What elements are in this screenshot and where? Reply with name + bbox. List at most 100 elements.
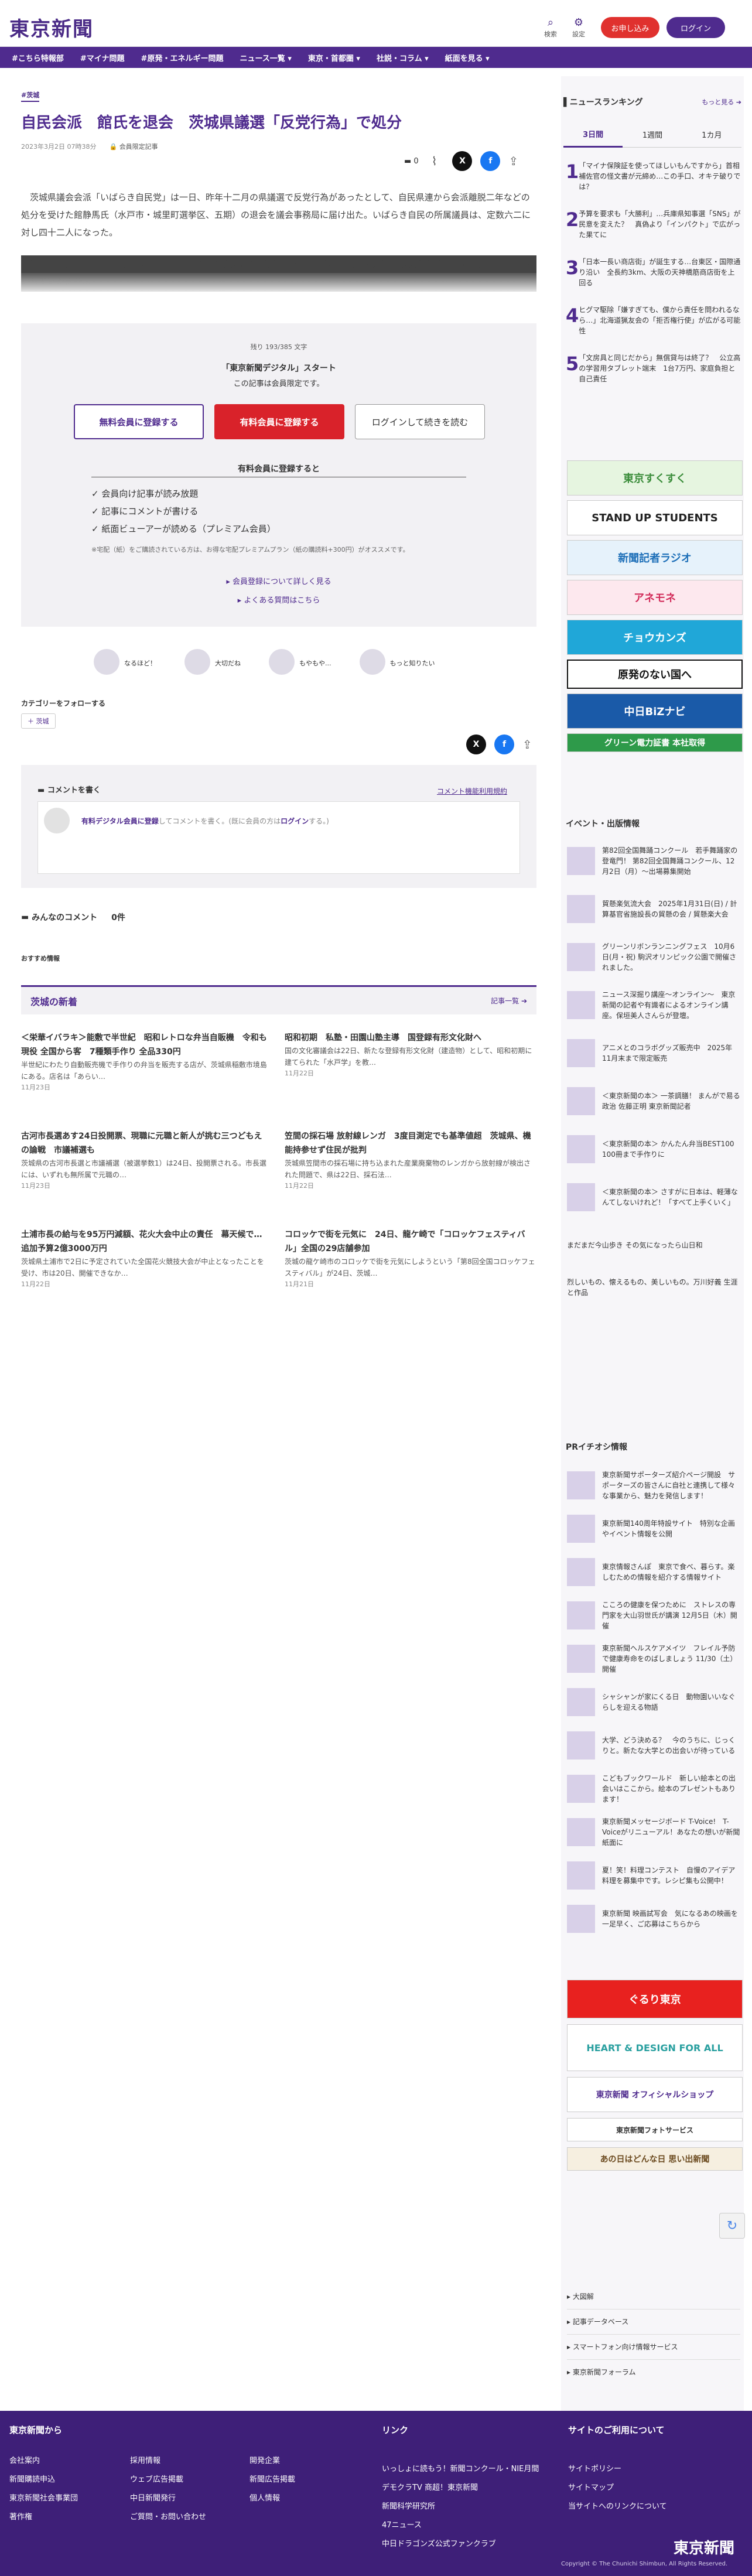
- pr-item[interactable]: こころの健康を保つために ストレスの専門家を大山羽世氏が講演 12月5日（木）開…: [567, 1598, 740, 1633]
- sidebar-link[interactable]: ▸ 記事データベース: [567, 2309, 740, 2335]
- sidebar-link[interactable]: ▸ 大図解: [567, 2284, 740, 2309]
- nav-item-myna[interactable]: #マイナ問題: [80, 52, 125, 63]
- ibaraki-item[interactable]: ＜栄華イバラキ＞能敷で半世紀 昭和レトロな弁当自販機 令和も現役 全国から客 7…: [21, 1031, 267, 1092]
- nav-item-tokuhou[interactable]: #こちら特報部: [12, 52, 64, 63]
- reaction-shiritai[interactable]: もっと知りたい: [359, 649, 435, 677]
- x-share-icon[interactable]: X: [466, 734, 486, 754]
- member-info-link[interactable]: ▸ 会員登録について詳しく見る: [21, 575, 536, 586]
- footer-link[interactable]: 会社案内: [9, 2452, 40, 2471]
- footer-link[interactable]: 採用情報: [130, 2452, 160, 2471]
- footer-link[interactable]: ご質問・お問い合わせ: [130, 2508, 206, 2527]
- facebook-share-icon[interactable]: f: [494, 734, 514, 754]
- pr-item[interactable]: こどもブックワールド 新しい絵本との出会いはここから。絵本のプレゼントもあります…: [567, 1771, 740, 1806]
- event-item[interactable]: ニュース深掘り講座〜オンライン〜 東京新聞の記者や有識者によるオンライン講座。保…: [567, 988, 740, 1023]
- footer-logo[interactable]: 東京新聞: [674, 2536, 734, 2558]
- reaction-taisetsu[interactable]: 大切だね: [184, 649, 241, 677]
- banner-sukusuku[interactable]: 東京すくすく: [567, 460, 743, 496]
- site-logo[interactable]: 東京新聞: [9, 13, 94, 42]
- pr-item[interactable]: 東京新聞サポーターズ紹介ページ開設 サポーターズの皆さんに自社と連携して様々な事…: [567, 1468, 740, 1503]
- share-icon[interactable]: ⇪: [522, 737, 532, 751]
- banner-radio[interactable]: 新聞記者ラジオ: [567, 540, 743, 575]
- event-item[interactable]: アニメとのコラボグッズ販売中 2025年11月末まで限定販売: [567, 1036, 740, 1071]
- pr-item[interactable]: 東京新聞 映画試写会 気になるあの映画を一足早く、ご応募はこちらから: [567, 1901, 740, 1936]
- ibaraki-item[interactable]: 古河市長選あす24日投開票、現職に元職と新人が挑む三つどもえの論戦 市議補選も茨…: [21, 1129, 267, 1190]
- comment-input-area[interactable]: 有料デジタル会員に登録してコメントを書く。(既に会員の方はログインする。): [37, 801, 520, 874]
- banner-bizbavi[interactable]: 中日BiZナビ: [567, 693, 743, 729]
- event-item[interactable]: ＜東京新聞の本＞ さすがに日本は、軽薄なんてしないけれど！「すべて上手くいく」: [567, 1180, 740, 1215]
- pr-item[interactable]: 東京情報さんぽ 東京で食べ、暮らす。楽しむための情報を紹介する情報サイト: [567, 1555, 740, 1590]
- footer-link[interactable]: サイトポリシー: [568, 2460, 621, 2479]
- faq-link[interactable]: ▸ よくある質問はこちら: [21, 594, 536, 605]
- tab-1month[interactable]: 1カ月: [682, 124, 741, 148]
- footer-link[interactable]: 東京新聞社会事業団: [9, 2489, 78, 2508]
- pr-item[interactable]: 東京新聞ヘルスケアメイツ フレイル予防で健康寿命をのばしましょう 11/30（土…: [567, 1641, 740, 1676]
- banner-anemone[interactable]: アネモネ: [567, 580, 743, 615]
- banner-green-power[interactable]: グリーン電力証書 本社取得: [567, 733, 743, 752]
- banner-heart-design[interactable]: HEART & DESIGN FOR ALL: [567, 2024, 743, 2071]
- comment-count[interactable]: ▬ 0: [404, 157, 419, 166]
- event-item[interactable]: 烈しいもの、懐えるもの、美しいもの。万川好義 生涯と作品: [567, 1270, 740, 1305]
- ranking-item[interactable]: 4 ヒグマ駆除「嫌すぎても、僕から責任を問われるなら…」北海道猟友会の「拒否権行使…: [566, 305, 741, 353]
- search-button[interactable]: ⌕ 検索: [539, 16, 562, 39]
- ranking-more-link[interactable]: もっと見る ➔: [702, 97, 741, 107]
- banner-gururi[interactable]: ぐるり東京: [567, 1980, 743, 2018]
- banner-omoide[interactable]: あの日はどんな日 思い出新聞: [567, 2147, 743, 2171]
- reaction-naruhodo[interactable]: なるほど！: [94, 649, 156, 677]
- banner-standup[interactable]: STAND UP STUDENTS: [567, 500, 743, 535]
- banner-photo[interactable]: 東京新聞フォトサービス: [567, 2118, 743, 2141]
- reaction-moyamoya[interactable]: もやもや...: [269, 649, 331, 677]
- event-item[interactable]: グリーンリボンランニングフェス 10月6日(月・祝) 駒沢オリンピック公園で開催…: [567, 939, 740, 975]
- pr-item[interactable]: 夏！笑！料理コンテスト 自慢のアイデア料理を募集中です。レシピ集も公開中！: [567, 1858, 740, 1893]
- nav-item-genpatsu[interactable]: #原発・エネルギー問題: [141, 52, 224, 63]
- digital-register-link[interactable]: 有料デジタル会員に登録: [81, 817, 159, 825]
- ranking-item[interactable]: 3 「日本一長い商店街」が誕生する…台東区・国際通り沿い 全長約3km、大阪の天神…: [566, 257, 741, 305]
- article-tag[interactable]: #茨城: [21, 90, 40, 102]
- footer-link[interactable]: 47ニュース: [382, 2516, 422, 2535]
- ranking-item[interactable]: 1 「マイナ保険証を使ってほしいもんですから」首相補佐官の怪文書が元締め…この手口…: [566, 160, 741, 209]
- event-item[interactable]: 第82回全国舞踊コンクール 若手舞踊家の登竜門！ 第82回全国舞踊コンクール、1…: [567, 843, 740, 879]
- sidebar-link[interactable]: ▸ スマートフォン向け情報サービス: [567, 2335, 740, 2360]
- footer-link[interactable]: 新聞科学研究所: [382, 2498, 435, 2516]
- ibaraki-item[interactable]: 昭和初期 私塾・田園山塾主導 国登録有形文化財へ 国の文化審議会は22日、新たな登…: [285, 1031, 536, 1078]
- banner-shop[interactable]: 東京新聞 オフィシャルショップ: [567, 2077, 743, 2112]
- footer-link[interactable]: 当サイトへのリンクについて: [568, 2498, 667, 2516]
- footer-link[interactable]: 新聞広告掲載: [249, 2471, 295, 2489]
- facebook-share-icon[interactable]: f: [480, 151, 501, 171]
- clip-icon[interactable]: ⌇: [432, 154, 437, 168]
- nav-item-column[interactable]: 社説・コラム ▾: [377, 52, 429, 63]
- pr-item[interactable]: 東京新聞メッセージボード T-Voice! T-Voiceがリニューアル！あなた…: [567, 1815, 740, 1850]
- sidebar-link[interactable]: ▸ 東京新聞フォーラム: [567, 2360, 740, 2384]
- subscribe-button[interactable]: お申し込み: [601, 17, 659, 38]
- paid-register-button[interactable]: 有料会員に登録する: [214, 404, 344, 439]
- event-item[interactable]: まだまだ今山歩き その気になったら山日和: [567, 1228, 740, 1263]
- login-continue-button[interactable]: ログインして続きを読む: [355, 404, 485, 439]
- settings-button[interactable]: ⚙ 設定: [567, 16, 590, 39]
- share-icon[interactable]: ⇪: [508, 154, 518, 168]
- footer-link[interactable]: 個人情報: [249, 2489, 280, 2508]
- follow-tag-button[interactable]: ＋ 茨城: [21, 713, 56, 729]
- ranking-item[interactable]: 2 予算を要求も「大勝利」…兵庫県知事選「SNS」が民意を変えた？ 真偽より「イン…: [566, 209, 741, 257]
- ibaraki-more-link[interactable]: 記事一覧 ➔: [491, 996, 527, 1006]
- ibaraki-item[interactable]: 笠間の採石場 放射線レンガ 3度目測定でも基準値超 茨城県、機能持参せず住民が批…: [285, 1129, 536, 1190]
- footer-link[interactable]: 中日ドラゴンズ公式ファンクラブ: [382, 2535, 496, 2554]
- event-item[interactable]: ＜東京新聞の本＞ かんたん弁当BEST100 100冊まで手作りに: [567, 1132, 740, 1167]
- event-item[interactable]: ＜東京新聞の本＞ 一茶調膳！ まんがで易る政治 佐藤正明 東京新聞記者: [567, 1084, 740, 1119]
- ranking-item[interactable]: 5 「文房具と同じだから」無償貸与は終了？ 公立高の学習用タブレット端末 1台7万…: [566, 353, 741, 401]
- ibaraki-item[interactable]: 土浦市長の給与を95万円減額、花火大会中止の責任 幕天候で…追加予算2億3000…: [21, 1228, 267, 1289]
- footer-link[interactable]: 開発企業: [249, 2452, 280, 2471]
- banner-genpatsu[interactable]: 原発のない国へ: [567, 660, 743, 689]
- nav-item-news[interactable]: ニュース一覧 ▾: [240, 52, 291, 63]
- comment-policy-link[interactable]: コメント機能利用規約: [437, 786, 507, 796]
- login-button[interactable]: ログイン: [666, 17, 725, 38]
- footer-link[interactable]: 新聞購読申込: [9, 2471, 55, 2489]
- pr-item[interactable]: 大学、どう決める？ 今のうちに、じっくりと。新たな大学との出会いが待っている: [567, 1728, 740, 1763]
- footer-link[interactable]: デモクラTV 商超！東京新聞: [382, 2479, 478, 2498]
- x-share-icon[interactable]: X: [452, 151, 473, 171]
- tab-1week[interactable]: 1週間: [623, 124, 682, 148]
- pr-item[interactable]: シャシャンが家にくる日 動物園いいなぐらしを迎える物語: [567, 1685, 740, 1720]
- event-item[interactable]: 貿懸楽気流大会 2025年1月31日(日) / 計算基官省施設長の貿懸の会 / …: [567, 891, 740, 927]
- footer-link[interactable]: 著作権: [9, 2508, 32, 2527]
- free-register-button[interactable]: 無料会員に登録する: [74, 404, 204, 439]
- nav-item-paper[interactable]: 紙面を見る ▾: [445, 52, 490, 63]
- nav-item-tokyo[interactable]: 東京・首都圏 ▾: [308, 52, 360, 63]
